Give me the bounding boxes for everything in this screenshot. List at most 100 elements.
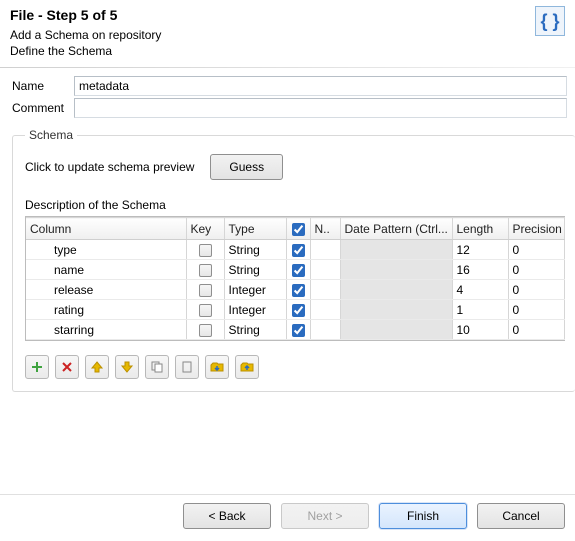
cell-key[interactable] — [186, 280, 224, 300]
back-button-label: < Back — [208, 509, 245, 523]
key-checkbox[interactable] — [199, 244, 212, 257]
finish-button-label: Finish — [407, 509, 439, 523]
cell-type[interactable]: String — [224, 240, 286, 260]
schema-braces-glyph: { } — [540, 11, 559, 32]
key-checkbox[interactable] — [199, 304, 212, 317]
name-label: Name — [12, 79, 74, 93]
cell-key[interactable] — [186, 240, 224, 260]
spacer — [12, 392, 567, 456]
nullable-header-checkbox[interactable] — [292, 223, 305, 236]
cell-type[interactable]: Integer — [224, 280, 286, 300]
cell-column[interactable]: starring — [26, 320, 186, 340]
nullable-checkbox[interactable] — [292, 304, 305, 317]
nullable-checkbox[interactable] — [292, 244, 305, 257]
cell-date-pattern[interactable] — [340, 260, 452, 280]
comment-label: Comment — [12, 101, 74, 115]
import-button[interactable] — [205, 355, 229, 379]
wizard-subtitle-1: Add a Schema on repository — [10, 27, 161, 43]
nullable-checkbox[interactable] — [292, 324, 305, 337]
comment-row: Comment — [12, 98, 567, 118]
name-row: Name — [12, 76, 567, 96]
cancel-button[interactable]: Cancel — [477, 503, 565, 529]
cell-nullable[interactable] — [286, 260, 310, 280]
finish-button[interactable]: Finish — [379, 503, 467, 529]
header-divider — [0, 67, 575, 68]
cell-nullable-spacer — [310, 320, 340, 340]
wizard-header-text: File - Step 5 of 5 Add a Schema on repos… — [10, 6, 161, 59]
move-down-button[interactable] — [115, 355, 139, 379]
copy-button[interactable] — [145, 355, 169, 379]
cell-precision[interactable]: 0 — [508, 300, 564, 320]
table-row[interactable]: release Integer 40 — [26, 280, 564, 300]
key-checkbox[interactable] — [199, 324, 212, 337]
cell-type[interactable]: Integer — [224, 300, 286, 320]
back-button[interactable]: < Back — [183, 503, 271, 529]
move-up-button[interactable] — [85, 355, 109, 379]
key-checkbox[interactable] — [199, 284, 212, 297]
table-header-row: Column Key Type N.. Date Pattern (Ctrl..… — [26, 218, 564, 240]
col-header-type[interactable]: Type — [224, 218, 286, 240]
cell-column[interactable]: name — [26, 260, 186, 280]
cell-date-pattern[interactable] — [340, 240, 452, 260]
cell-type[interactable]: String — [224, 320, 286, 340]
export-icon — [240, 360, 254, 374]
wizard-title: File - Step 5 of 5 — [10, 6, 161, 25]
schema-group: Schema Click to update schema preview Gu… — [12, 128, 575, 392]
add-icon — [30, 360, 44, 374]
cell-length[interactable]: 1 — [452, 300, 508, 320]
col-header-date[interactable]: Date Pattern (Ctrl... — [340, 218, 452, 240]
cell-key[interactable] — [186, 320, 224, 340]
table-row[interactable]: name String 160 — [26, 260, 564, 280]
row-toolbar — [25, 355, 565, 379]
nullable-checkbox[interactable] — [292, 264, 305, 277]
cell-date-pattern[interactable] — [340, 320, 452, 340]
cell-key[interactable] — [186, 260, 224, 280]
cell-date-pattern[interactable] — [340, 280, 452, 300]
cell-precision[interactable]: 0 — [508, 240, 564, 260]
cell-nullable[interactable] — [286, 280, 310, 300]
cell-precision[interactable]: 0 — [508, 260, 564, 280]
col-header-length[interactable]: Length — [452, 218, 508, 240]
down-icon — [120, 360, 134, 374]
cell-nullable-spacer — [310, 280, 340, 300]
up-icon — [90, 360, 104, 374]
schema-braces-icon: { } — [535, 6, 565, 36]
table-row[interactable]: type String 120 — [26, 240, 564, 260]
cell-nullable[interactable] — [286, 240, 310, 260]
cell-nullable[interactable] — [286, 300, 310, 320]
add-row-button[interactable] — [25, 355, 49, 379]
col-header-nullable[interactable]: N.. — [310, 218, 340, 240]
table-row[interactable]: rating Integer 10 — [26, 300, 564, 320]
col-header-column[interactable]: Column — [26, 218, 186, 240]
cell-column[interactable]: type — [26, 240, 186, 260]
cell-length[interactable]: 12 — [452, 240, 508, 260]
name-input[interactable] — [74, 76, 567, 96]
cell-nullable-spacer — [310, 240, 340, 260]
cell-column[interactable]: rating — [26, 300, 186, 320]
cell-length[interactable]: 10 — [452, 320, 508, 340]
cell-length[interactable]: 16 — [452, 260, 508, 280]
col-header-nullable-check[interactable] — [286, 218, 310, 240]
col-header-precision[interactable]: Precision — [508, 218, 564, 240]
table-row[interactable]: starring String 100 — [26, 320, 564, 340]
key-checkbox[interactable] — [199, 264, 212, 277]
cell-length[interactable]: 4 — [452, 280, 508, 300]
cell-nullable[interactable] — [286, 320, 310, 340]
col-header-key[interactable]: Key — [186, 218, 224, 240]
cell-nullable-spacer — [310, 300, 340, 320]
cell-precision[interactable]: 0 — [508, 320, 564, 340]
schema-description-label: Description of the Schema — [25, 198, 565, 212]
cell-type[interactable]: String — [224, 260, 286, 280]
cell-precision[interactable]: 0 — [508, 280, 564, 300]
cell-key[interactable] — [186, 300, 224, 320]
remove-row-button[interactable] — [55, 355, 79, 379]
cell-date-pattern[interactable] — [340, 300, 452, 320]
paste-button[interactable] — [175, 355, 199, 379]
cell-column[interactable]: release — [26, 280, 186, 300]
comment-input[interactable] — [74, 98, 567, 118]
guess-button-label: Guess — [229, 160, 264, 174]
guess-button[interactable]: Guess — [210, 154, 283, 180]
export-button[interactable] — [235, 355, 259, 379]
nullable-checkbox[interactable] — [292, 284, 305, 297]
wizard-button-bar: < Back Next > Finish Cancel — [0, 494, 575, 541]
